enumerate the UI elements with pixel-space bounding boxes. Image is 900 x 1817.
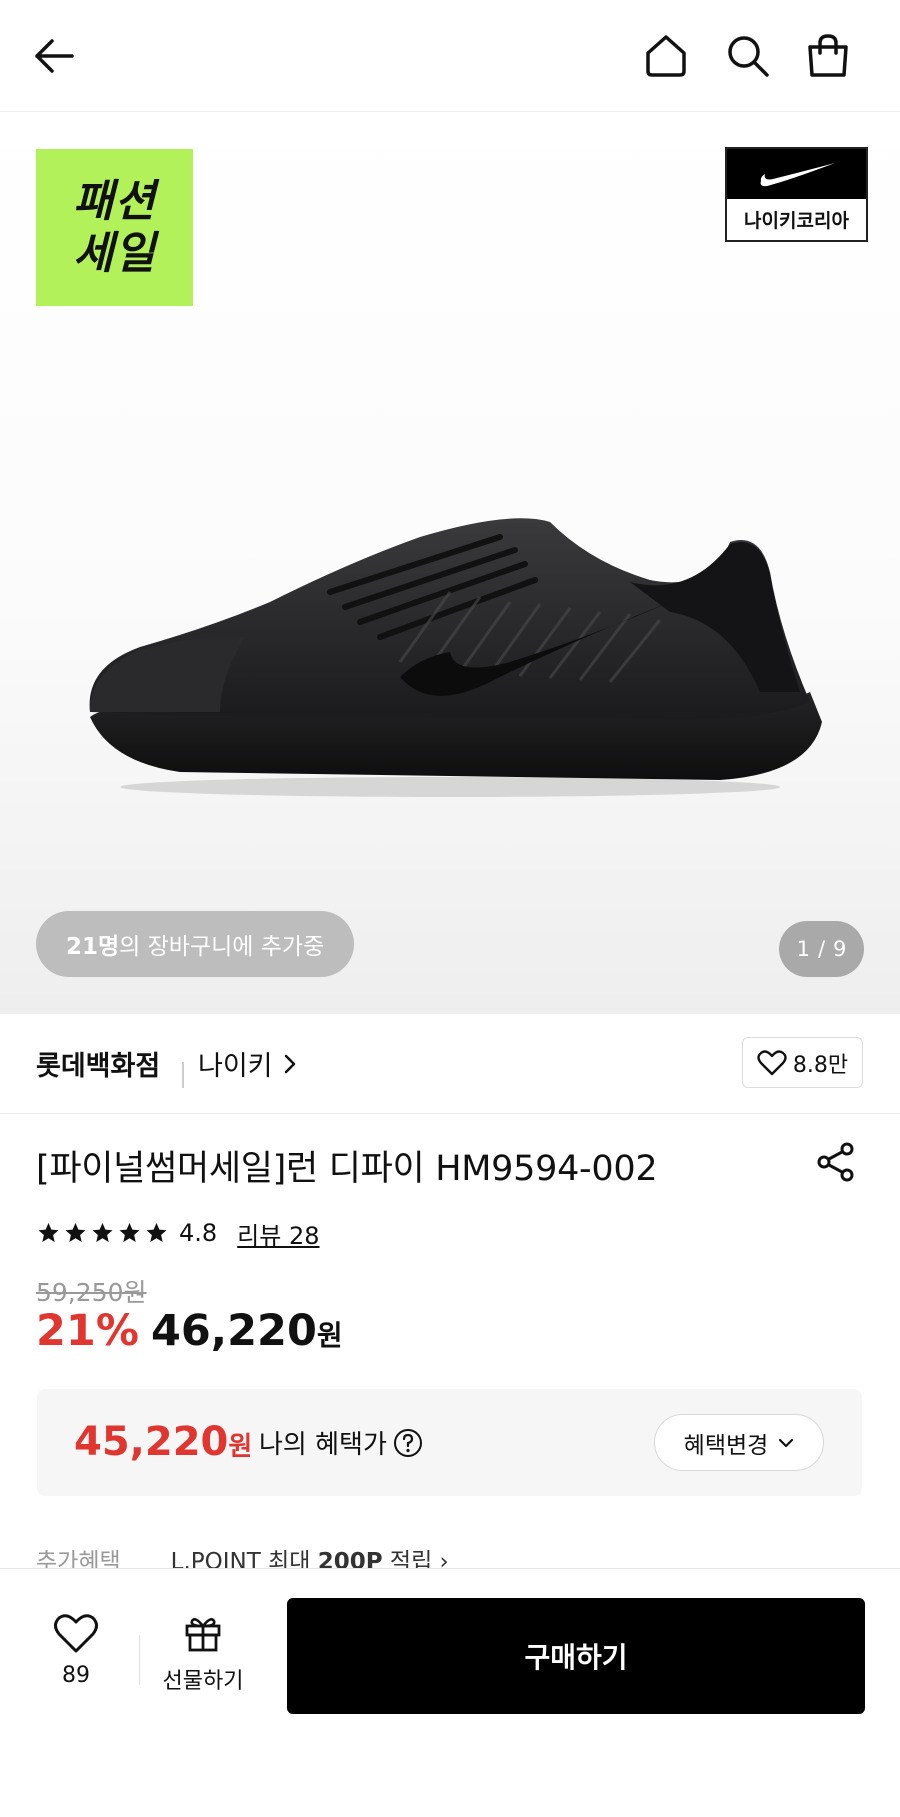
search-button[interactable] (718, 26, 778, 86)
original-price: 59,250원 (36, 1278, 147, 1307)
brand-like-button[interactable]: 8.8만 (742, 1037, 863, 1088)
sale-price-unit: 원 (316, 1319, 343, 1352)
sale-badge-line2: 세일 (73, 227, 156, 279)
gift-button[interactable]: 선물하기 (153, 1613, 253, 1695)
product-shoe-image (89, 518, 822, 797)
benefit-price-unit: 원 (228, 1432, 253, 1462)
benefit-change-button[interactable]: 혜택변경 (654, 1414, 824, 1471)
wishlist-button[interactable]: 89 (40, 1613, 112, 1688)
star-icon (38, 1223, 59, 1242)
star-icon (119, 1223, 140, 1242)
star-icon (65, 1223, 86, 1242)
benefit-price-box: 45,220 원 나의 혜택가 혜택변경 (37, 1389, 862, 1496)
sale-badge-line1: 패션 (73, 175, 156, 227)
image-index: 1 (796, 937, 810, 961)
review-link[interactable]: 리뷰 28 (237, 1216, 319, 1251)
chevron-down-icon (779, 1438, 794, 1447)
home-icon (646, 35, 686, 77)
product-title: [파이널썸머세일]런 디파이 HM9594-002 (36, 1149, 658, 1189)
heart-icon (54, 1614, 98, 1653)
store-name[interactable]: 롯데백화점 (36, 1044, 160, 1083)
star-icon (92, 1223, 113, 1242)
rating-row: 4.8 리뷰 28 (36, 1215, 320, 1251)
shopping-bag-icon (808, 34, 848, 77)
share-icon (817, 1142, 854, 1182)
discount-rate: 21% (36, 1306, 139, 1356)
question-circle-icon[interactable] (393, 1428, 423, 1458)
cart-activity-pill: 21명 의 장바구니에 추가중 (36, 911, 355, 977)
swoosh-icon (760, 163, 835, 187)
home-button[interactable] (636, 26, 696, 86)
brand-link[interactable]: 나이키 (198, 1044, 297, 1083)
benefit-price: 45,220 원 (74, 1419, 252, 1465)
brand-logo-text: 나이키코리아 (744, 210, 849, 232)
wishlist-count: 89 (62, 1663, 90, 1688)
price-row: 21% 46,220 원 (36, 1306, 343, 1356)
brand-name: 나이키 (198, 1051, 273, 1082)
top-nav-bar (0, 0, 900, 112)
fashion-sale-badge: 패션 세일 (36, 149, 193, 306)
cart-count-bold: 21명 (66, 934, 120, 960)
benefit-label: 나의 혜택가 (259, 1424, 423, 1461)
chevron-right-icon (284, 1054, 295, 1073)
share-button[interactable] (812, 1138, 860, 1186)
store-divider (182, 1062, 184, 1088)
rating-value: 4.8 (179, 1219, 218, 1247)
rating-stars (36, 1221, 169, 1245)
nike-korea-logo: 나이키코리아 (725, 147, 868, 242)
bottom-purchase-bar: 89 선물하기 구매하기 (0, 1568, 900, 1817)
image-total: 9 (833, 937, 847, 961)
cart-button[interactable] (798, 26, 858, 86)
image-counter-separator: / (817, 937, 826, 961)
benefit-label-text: 나의 혜택가 (259, 1430, 387, 1460)
image-counter: 1 / 9 (779, 921, 864, 977)
search-icon (728, 36, 769, 77)
benefit-change-label: 혜택변경 (683, 1432, 769, 1459)
arrow-left-icon (35, 39, 74, 73)
product-image-carousel[interactable]: 패션 세일 나이키코리아 21명 의 장바구니에 추가중 1 / 9 (0, 112, 900, 1014)
back-button[interactable] (24, 26, 84, 86)
bottom-bar-divider (139, 1635, 140, 1685)
store-info-row: 롯데백화점 나이키 8.8만 (0, 1014, 900, 1114)
heart-icon (757, 1049, 787, 1075)
benefit-price-value: 45,220 (74, 1419, 229, 1465)
star-icon (146, 1223, 167, 1242)
sale-price: 46,220 (150, 1306, 317, 1356)
gift-label: 선물하기 (162, 1669, 244, 1694)
cart-count-text: 의 장바구니에 추가중 (119, 934, 325, 960)
buy-button[interactable]: 구매하기 (287, 1598, 865, 1714)
like-count: 8.8만 (792, 1052, 849, 1078)
gift-icon (185, 1618, 221, 1652)
